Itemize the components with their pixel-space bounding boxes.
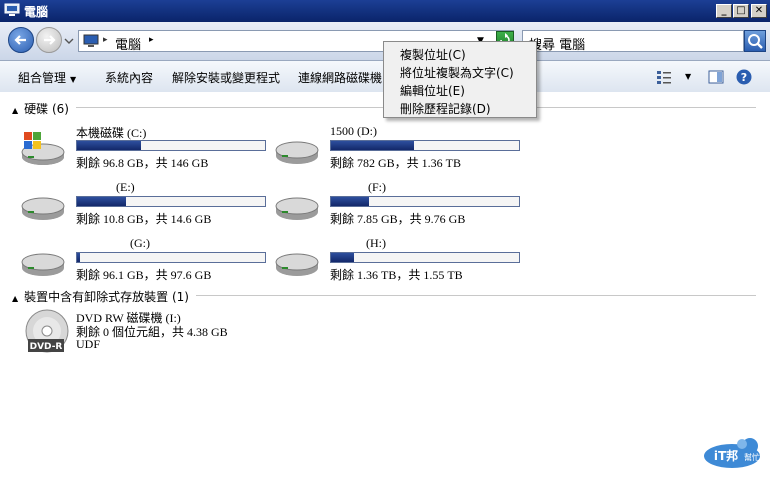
collapse-icon: ▲ xyxy=(12,294,19,303)
forward-button[interactable] xyxy=(36,27,62,53)
file-system: UDF xyxy=(76,337,101,351)
drive-c[interactable]: 本機磁碟 (C:) 剩餘 96.8 GB，共 146 GB xyxy=(20,124,280,176)
drive-name: 本機磁碟 (C:) xyxy=(76,126,147,140)
system-drive-icon xyxy=(21,132,65,165)
usage-fill xyxy=(77,253,80,262)
group-header-hard-disks[interactable]: ▲ 硬碟 (6) xyxy=(12,100,69,117)
drive-name: (G:) xyxy=(130,236,150,250)
arrow-right-icon xyxy=(44,35,56,45)
drive-free-space: 剩餘 96.1 GB，共 97.6 GB xyxy=(76,268,212,282)
breadcrumb[interactable]: 電腦 xyxy=(115,34,141,53)
menu-item-copy-address[interactable]: 複製位址(C) xyxy=(400,46,466,63)
usage-bar xyxy=(76,140,266,151)
hard-drive-icon xyxy=(21,197,65,220)
arrow-left-icon xyxy=(14,35,26,45)
dvd-badge: DVD-R xyxy=(30,342,63,352)
hard-drive-icon xyxy=(275,141,319,164)
help-icon[interactable]: ? xyxy=(736,69,752,85)
group-divider xyxy=(196,295,756,296)
usage-fill xyxy=(77,141,141,150)
organize-label: 組合管理 xyxy=(18,71,67,85)
drive-free-space: 剩餘 7.85 GB，共 9.76 GB xyxy=(330,212,466,226)
drive-free-space: 剩餘 10.8 GB，共 14.6 GB xyxy=(76,212,212,226)
logo-text: iT邦 xyxy=(714,448,738,463)
logo-sub: 幫忙 xyxy=(744,452,760,462)
drive-name: (E:) xyxy=(116,180,135,194)
group-title: 硬碟 (6) xyxy=(24,102,69,116)
dvd-disc-icon: DVD-R xyxy=(25,309,69,353)
history-dropdown-icon[interactable] xyxy=(64,36,74,46)
breadcrumb-dropdown-icon[interactable]: ▸ xyxy=(149,35,154,45)
usage-bar xyxy=(330,196,520,207)
group-header-removable[interactable]: ▲ 裝置中含有卸除式存放裝置 (1) xyxy=(12,288,189,305)
svg-text:?: ? xyxy=(741,71,747,84)
ithome-logo: iT邦 幫忙 xyxy=(704,438,760,468)
usage-fill xyxy=(331,141,414,150)
close-button[interactable]: ✕ xyxy=(751,4,767,18)
drive-free-space: 剩餘 1.36 TB，共 1.55 TB xyxy=(330,268,463,282)
minimize-button[interactable]: _ xyxy=(716,4,732,18)
search-placeholder: 搜尋 電腦 xyxy=(529,38,586,53)
hard-drive-icon xyxy=(275,253,319,276)
organize-button[interactable]: 組合管理 ▼ xyxy=(18,69,76,86)
address-context-menu: 複製位址(C) 將位址複製為文字(C) 編輯位址(E) 刪除歷程記錄(D) xyxy=(383,41,537,118)
drive-e[interactable]: (E:) 剩餘 10.8 GB，共 14.6 GB xyxy=(20,180,280,232)
hard-drive-icon xyxy=(21,253,65,276)
hard-drive-icon xyxy=(275,197,319,220)
file-list-pane: ▲ 硬碟 (6) 本機磁碟 (C:) 剩餘 96.8 GB，共 146 GB 15… xyxy=(0,92,770,477)
drive-h[interactable]: (H:) 剩餘 1.36 TB，共 1.55 TB xyxy=(274,236,534,288)
drive-f[interactable]: (F:) 剩餘 7.85 GB，共 9.76 GB xyxy=(274,180,534,232)
usage-fill xyxy=(77,197,126,206)
drive-g[interactable]: (G:) 剩餘 96.1 GB，共 97.6 GB xyxy=(20,236,280,288)
search-input[interactable]: 搜尋 電腦 xyxy=(522,30,744,53)
views-dropdown-icon[interactable]: ▼ xyxy=(685,72,691,81)
system-properties-button[interactable]: 系統內容 xyxy=(105,69,153,86)
back-button[interactable] xyxy=(8,27,34,53)
menu-item-edit-address[interactable]: 編輯位址(E) xyxy=(400,82,465,99)
title-bar: 電腦 _ □ ✕ xyxy=(0,0,770,22)
computer-icon xyxy=(83,34,99,47)
drive-name: (H:) xyxy=(366,236,386,250)
search-icon xyxy=(748,34,763,49)
chevron-down-icon: ▼ xyxy=(70,75,77,84)
uninstall-program-button[interactable]: 解除安裝或變更程式 xyxy=(172,69,280,86)
drive-i-dvd[interactable]: DVD-R DVD RW 磁碟機 (I:) 剩餘 0 個位元組，共 4.38 G… xyxy=(22,309,282,369)
drive-d[interactable]: 1500 (D:) 剩餘 782 GB，共 1.36 TB xyxy=(274,124,534,176)
usage-bar xyxy=(330,252,520,263)
usage-bar xyxy=(330,140,520,151)
usage-fill xyxy=(331,197,369,206)
menu-item-copy-address-as-text[interactable]: 將位址複製為文字(C) xyxy=(400,64,514,81)
computer-icon xyxy=(4,3,20,16)
chevron-right-icon[interactable]: ▸ xyxy=(103,35,108,45)
drive-name: 1500 (D:) xyxy=(330,124,377,138)
drive-name: (F:) xyxy=(368,180,386,194)
search-button[interactable] xyxy=(744,30,766,52)
group-title: 裝置中含有卸除式存放裝置 (1) xyxy=(24,290,189,304)
usage-bar xyxy=(76,196,266,207)
drive-free-space: 剩餘 96.8 GB，共 146 GB xyxy=(76,156,209,170)
drive-free-space: 剩餘 782 GB，共 1.36 TB xyxy=(330,156,462,170)
maximize-button[interactable]: □ xyxy=(733,4,749,18)
usage-fill xyxy=(331,253,354,262)
preview-pane-icon[interactable] xyxy=(708,69,724,85)
collapse-icon: ▲ xyxy=(12,106,19,115)
views-icon[interactable] xyxy=(656,69,672,85)
map-network-drive-button[interactable]: 連線網路磁碟機 xyxy=(298,69,382,86)
window-title: 電腦 xyxy=(24,5,49,19)
menu-item-delete-history[interactable]: 刪除歷程記錄(D) xyxy=(400,100,491,117)
usage-bar xyxy=(76,252,266,263)
